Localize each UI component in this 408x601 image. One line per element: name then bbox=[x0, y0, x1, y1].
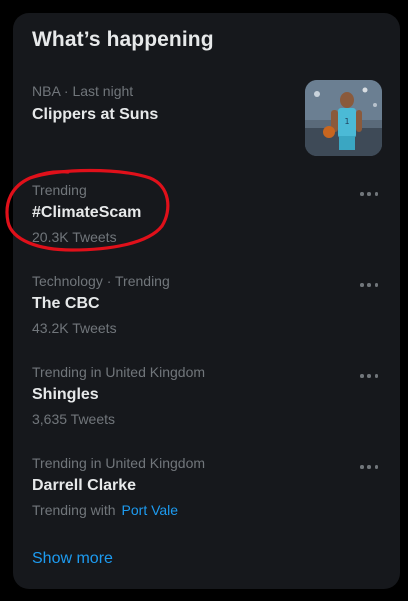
trend-meta: Trending bbox=[32, 182, 87, 198]
trend-count: 20.3K Tweets bbox=[32, 229, 117, 245]
trend-count: 3,635 Tweets bbox=[32, 411, 116, 427]
trend-meta: Technology · Trending bbox=[32, 273, 170, 289]
panel-title: What’s happening bbox=[32, 28, 214, 51]
trend-name: Darrell Clarke bbox=[32, 477, 137, 494]
trend-count: Trending with Port Vale bbox=[32, 502, 178, 518]
trend-name: Clippers at Suns bbox=[32, 106, 159, 123]
trend-count: 43.2K Tweets bbox=[32, 320, 117, 336]
trend-name: #ClimateScam bbox=[32, 204, 142, 221]
more-horizontal-icon[interactable] bbox=[360, 191, 378, 197]
more-horizontal-icon[interactable] bbox=[360, 373, 378, 379]
svg-text:1: 1 bbox=[344, 117, 349, 126]
whats-happening-panel: What’s happening NBA · Last night Clippe… bbox=[13, 13, 400, 589]
more-horizontal-icon[interactable] bbox=[360, 282, 378, 288]
trending-with-label: Trending with bbox=[32, 502, 116, 518]
trend-name: The CBC bbox=[32, 295, 100, 312]
trend-meta: Trending in United Kingdom bbox=[32, 364, 206, 380]
show-more-link[interactable]: Show more bbox=[32, 550, 113, 568]
trend-name: Shingles bbox=[32, 386, 99, 403]
trend-meta: NBA · Last night bbox=[32, 83, 134, 99]
more-horizontal-icon[interactable] bbox=[360, 464, 378, 470]
trend-thumbnail-image[interactable]: 1 bbox=[305, 80, 382, 156]
related-topic-link[interactable]: Port Vale bbox=[122, 502, 179, 518]
trend-meta: Trending in United Kingdom bbox=[32, 455, 206, 471]
